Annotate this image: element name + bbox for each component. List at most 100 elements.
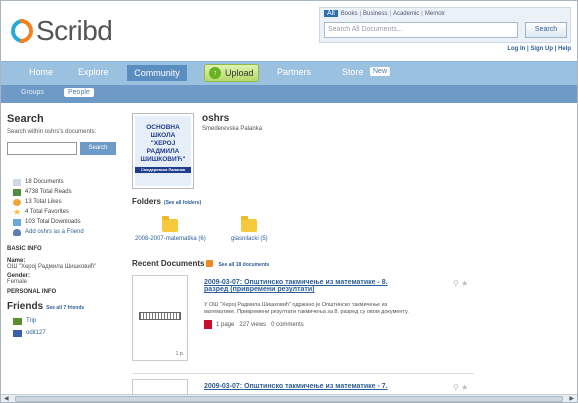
folder-item[interactable]: 2008-2007-matematika (6) [135,216,206,242]
search-tab-memoir[interactable]: Memoir [425,11,445,17]
separator: | [359,10,362,17]
see-all-documents-link[interactable]: See all 18 documents [218,262,269,268]
star-icon [13,208,21,215]
doc-title-line: разред (привремени резултати) [204,286,315,293]
doc-comments[interactable]: 0 comments [271,322,304,328]
recent-docs-title: Recent Documents [132,259,205,268]
magnify-icon[interactable]: ⚲ [453,279,459,288]
site-search-box: All Books | Business | Academic | Memoir Se… [319,7,571,43]
folder-icon [162,216,179,232]
main-nav: Home Explore Community ↑ Upload Partners… [1,61,577,85]
profile-image-logo: ОСНОВНА ШКОЛА "ХЕРОЈ РАДМИЛА ШИШКОВИЋ" С… [135,116,191,186]
doc-title-line: 2009-03-07: Општинско такмичење из матем… [204,279,388,286]
upload-arrow-icon: ↑ [209,67,221,79]
site-search-button[interactable]: Search [525,22,567,38]
search-category-tabs: All Books | Business | Academic | Memoir [324,10,445,17]
gender-value: Female [7,279,28,285]
friend-name: Trip [26,318,37,324]
scribd-logo-icon [11,18,33,44]
doc-title-line: 2009-03-07: Општинско такмичење из матем… [204,383,388,390]
stat-likes: 13 Total Likes [7,197,127,207]
add-friend-link[interactable]: Add oshrs as a Friend [7,227,127,237]
add-friend-label: Add oshrs as a Friend [25,229,84,235]
new-badge: New [370,67,391,76]
browser-page: Scribd All Books | Business | Academic | Me… [0,0,578,403]
favorite-star-icon[interactable]: ★ [461,279,468,288]
stat-documents[interactable]: 18 Documents [7,177,127,187]
header: Scribd All Books | Business | Academic | Me… [1,1,577,61]
stat-label: 13 Total Likes [25,199,62,205]
friend-item[interactable]: Trip [7,315,127,327]
nav-store[interactable]: Store [342,67,364,77]
upload-button[interactable]: ↑ Upload [204,64,259,82]
separator: | [389,10,391,17]
horizontal-scrollbar[interactable]: ◀ ▶ [1,394,577,402]
scribd-logo[interactable]: Scribd [11,15,113,47]
friends-title: Friends [7,301,44,312]
doc-desc-line: математике. Привремени резултати такмиче… [204,309,409,315]
friend-name: odit127 [26,330,46,336]
account-links[interactable]: Log In | Sign Up | Help [507,46,571,52]
friend-avatar-icon [13,317,22,325]
document-title-link[interactable]: 2009-03-07: Општинско такмичење из матем… [204,383,388,390]
profile-username: oshrs [202,113,230,124]
nav-home[interactable]: Home [29,67,53,77]
sidebar-search-title: Search [7,113,44,125]
friend-item[interactable]: odit127 [7,327,127,339]
search-tab-all[interactable]: All [324,10,338,17]
subnav-people[interactable]: People [64,88,94,97]
sub-nav: Groups People [1,85,577,103]
search-tab-academic[interactable]: Academic [393,11,419,17]
thumbnail-page-count: 1 p. [175,351,184,357]
doc-pages: 1 page [216,321,235,328]
document-thumbnail[interactable]: 1 p. [132,275,188,361]
nav-community[interactable]: Community [127,65,187,81]
logo-text: Scribd [36,15,113,46]
folder-item[interactable]: glasnilacki (5) [231,216,268,242]
doc-actions: ⚲ ★ [453,383,468,392]
site-search-input[interactable]: Search All Documents... [324,22,518,38]
scrollbar-thumb[interactable] [15,396,563,402]
nav-partners[interactable]: Partners [277,67,311,77]
search-tab-business[interactable]: Business [363,11,387,17]
stat-label: 4738 Total Reads [25,189,72,195]
scroll-right-arrow-icon[interactable]: ▶ [569,395,574,402]
stat-favorites: 4 Total Favorites [7,207,127,217]
user-stats: 18 Documents 4738 Total Reads 13 Total L… [7,177,127,237]
profile-image-caption: Смедеревска Паланка [135,167,191,173]
recent-docs-heading: Recent Documents See all 18 documents [132,259,269,268]
favorite-star-icon[interactable]: ★ [461,383,468,392]
document-description: У ОШ "Херој Радмила Шишковић" одржано је… [204,302,464,316]
stat-label: 103 Total Downloads [25,219,81,225]
doc-desc-line: У ОШ "Херој Радмила Шишковић" одржано је… [204,302,388,308]
personal-info-heading: PERSONAL INFO [7,289,57,295]
likes-icon [13,198,21,206]
stat-downloads: 103 Total Downloads [7,217,127,227]
nav-explore[interactable]: Explore [78,67,109,77]
user-docs-search-button[interactable]: Search [80,142,116,155]
rss-icon[interactable] [206,260,214,267]
separator: | [421,10,423,17]
doc-views: 227 views [239,321,267,328]
magnify-icon[interactable]: ⚲ [453,383,459,392]
user-docs-search-input[interactable] [7,142,77,155]
upload-label: Upload [225,68,254,78]
subnav-groups[interactable]: Groups [21,89,44,96]
basic-info-heading: BASIC INFO [7,246,42,252]
document-icon [13,178,21,186]
download-icon [13,218,21,226]
stat-label: 18 Documents [25,179,64,185]
see-all-folders-link[interactable]: (See all folders) [164,200,201,206]
search-tab-books[interactable]: Books [341,11,358,17]
pdf-icon [204,320,212,329]
see-all-friends-link[interactable]: See all 7 friends [46,305,84,311]
doc-divider [132,373,474,374]
scroll-left-arrow-icon[interactable]: ◀ [4,395,9,402]
folders-heading: Folders (See all folders) [132,197,201,206]
sidebar: Search Search within oshrs's documents: … [7,113,127,339]
profile-image-text: ОСНОВНА [146,124,180,131]
profile-image[interactable]: ОСНОВНА ШКОЛА "ХЕРОЈ РАДМИЛА ШИШКОВИЋ" С… [132,113,194,189]
document-title-link[interactable]: 2009-03-07: Општинско такмичење из матем… [204,279,388,293]
friend-avatar-icon [13,329,22,337]
folder-label: glasnilacki (5) [231,236,268,242]
